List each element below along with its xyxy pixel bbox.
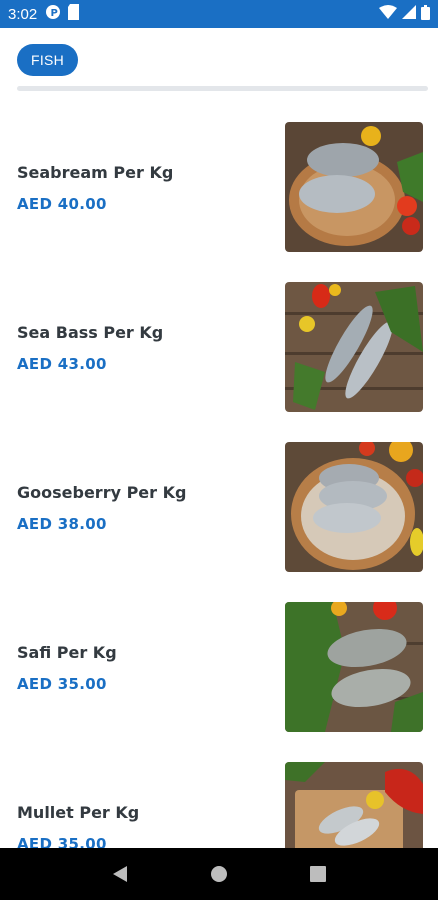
recents-icon xyxy=(310,866,327,882)
product-image[interactable] xyxy=(285,122,423,252)
product-item-gooseberry[interactable]: Gooseberry Per Kg AED 38.00 xyxy=(0,440,438,600)
wifi-icon xyxy=(379,5,397,23)
back-icon xyxy=(112,866,127,882)
product-image[interactable] xyxy=(285,602,423,732)
category-divider xyxy=(17,86,428,91)
product-name: Gooseberry Per Kg xyxy=(17,483,187,502)
sea-bass-photo xyxy=(285,282,423,412)
svg-text:P: P xyxy=(51,8,58,19)
product-price: AED 38.00 xyxy=(17,515,107,533)
recents-button[interactable] xyxy=(306,862,330,886)
gooseberry-photo xyxy=(285,442,423,572)
category-chip-fish[interactable]: FISH xyxy=(17,44,79,76)
system-nav-bar xyxy=(0,848,438,900)
back-button[interactable] xyxy=(108,862,132,886)
sd-card-icon xyxy=(67,4,80,24)
battery-icon xyxy=(421,4,430,24)
home-button[interactable] xyxy=(207,862,231,886)
product-name: Mullet Per Kg xyxy=(17,803,140,822)
seabream-photo xyxy=(285,122,423,252)
home-icon xyxy=(210,866,227,882)
product-image[interactable] xyxy=(285,282,423,412)
product-price: AED 43.00 xyxy=(17,355,107,373)
product-name: Seabream Per Kg xyxy=(17,163,174,182)
status-bar: 3:02 P xyxy=(0,0,438,28)
product-item-seabream[interactable]: Seabream Per Kg AED 40.00 xyxy=(0,120,438,280)
product-item-safi[interactable]: Safi Per Kg AED 35.00 xyxy=(0,600,438,760)
product-image[interactable] xyxy=(285,442,423,572)
category-chip-label: FISH xyxy=(31,52,65,68)
product-name: Sea Bass Per Kg xyxy=(17,323,164,342)
product-price: AED 35.00 xyxy=(17,675,107,693)
signal-icon xyxy=(402,5,416,23)
product-item-sea-bass[interactable]: Sea Bass Per Kg AED 43.00 xyxy=(0,280,438,440)
status-time: 3:02 xyxy=(8,5,38,23)
safi-photo xyxy=(285,602,423,732)
product-name: Safi Per Kg xyxy=(17,643,117,662)
product-price: AED 40.00 xyxy=(17,195,107,213)
p-badge-icon: P xyxy=(45,4,61,24)
product-list: Seabream Per Kg AED 40.00 Sea Bass Per K… xyxy=(0,120,438,900)
